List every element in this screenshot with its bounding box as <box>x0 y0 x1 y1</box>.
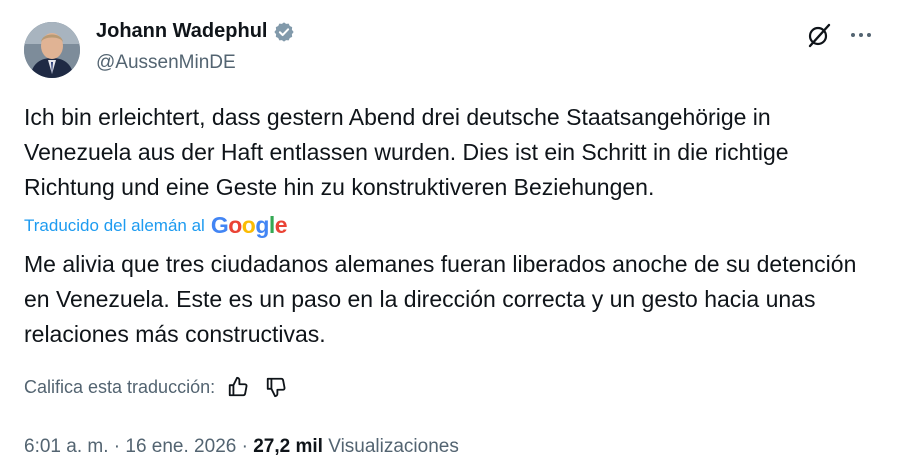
views-label: Visualizaciones <box>328 436 459 457</box>
google-logo: Google <box>210 212 288 238</box>
tweet-original-text: Ich bin erleichtert, dass gestern Abend … <box>24 104 789 200</box>
views-count: 27,2 mil <box>253 436 323 457</box>
thumbs-down-icon[interactable] <box>265 376 287 398</box>
tweet-translated-text: Me alivia que tres ciudadanos alemanes f… <box>24 251 857 347</box>
translated-from-label[interactable]: Traducido del alemán al <box>24 216 205 236</box>
author-name-row[interactable]: Johann Wadephul <box>96 20 295 43</box>
author-display-name[interactable]: Johann Wadephul <box>96 20 267 43</box>
avatar[interactable] <box>24 22 80 78</box>
tweet-meta: 6:01 a. m. · 16 ene. 2026 · 27,2 mil Vis… <box>24 436 459 458</box>
verified-badge-icon[interactable] <box>273 21 295 43</box>
tweet-time[interactable]: 6:01 a. m. <box>24 436 109 457</box>
more-options-icon[interactable] <box>848 22 874 48</box>
translation-attribution: Traducido del alemán al Google <box>24 212 288 239</box>
grok-icon[interactable] <box>806 22 832 48</box>
thumbs-up-icon[interactable] <box>227 376 249 398</box>
author-handle[interactable]: @AussenMinDE <box>96 52 236 74</box>
rate-translation-row: Califica esta traducción: <box>24 376 287 398</box>
rate-translation-label: Califica esta traducción: <box>24 376 216 397</box>
meta-separator: · <box>241 436 248 457</box>
avatar-image <box>24 22 80 78</box>
meta-separator: · <box>113 436 121 457</box>
tweet-date[interactable]: 16 ene. 2026 <box>125 436 236 457</box>
